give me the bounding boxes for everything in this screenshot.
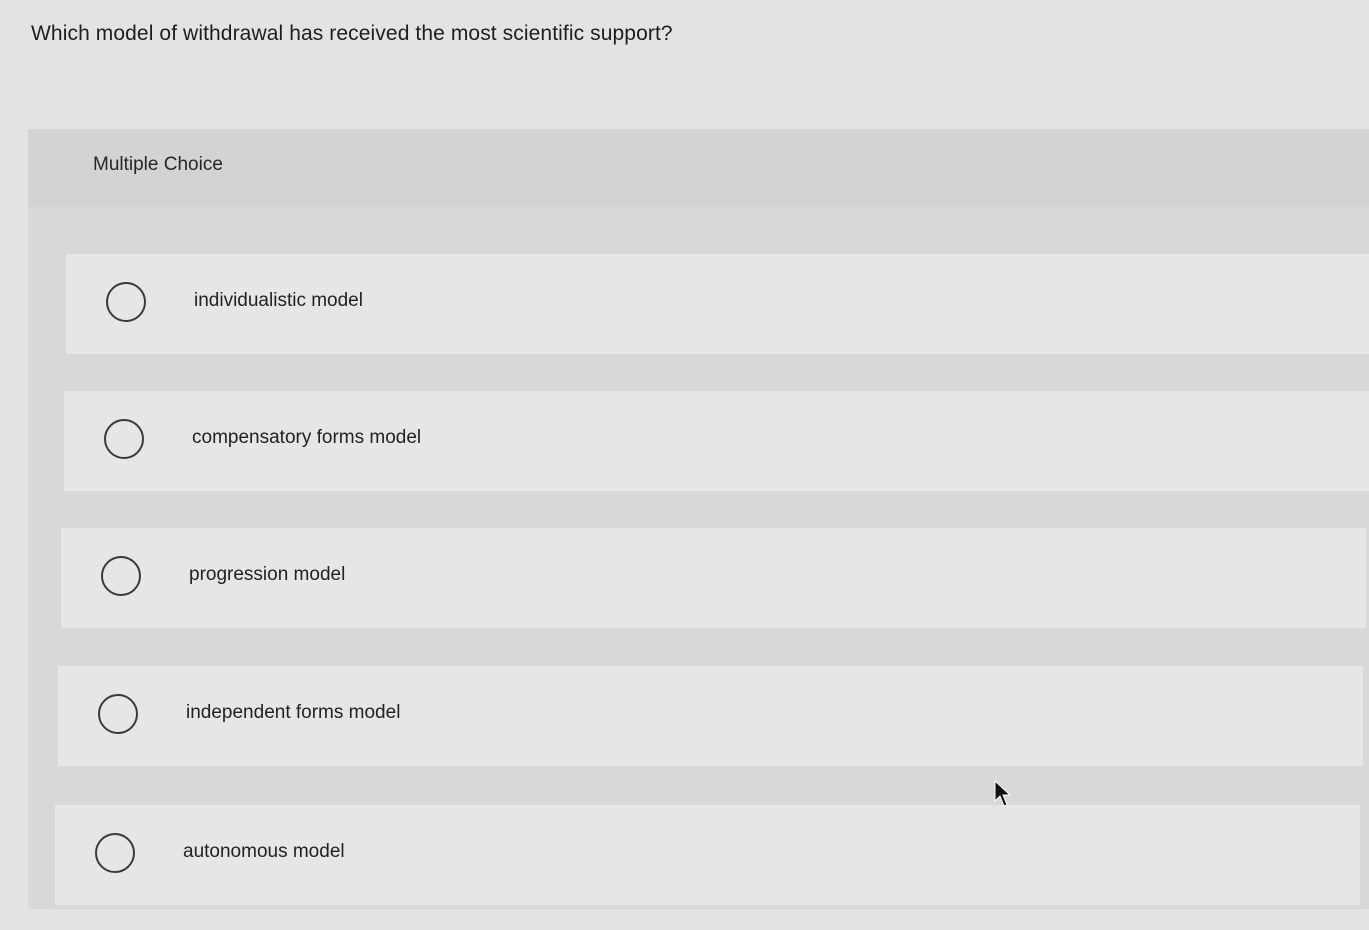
radio-button[interactable]	[101, 556, 141, 596]
radio-button[interactable]	[104, 419, 144, 459]
panel-header-label: Multiple Choice	[93, 154, 223, 175]
option-label: independent forms model	[186, 702, 401, 723]
radio-button[interactable]	[106, 282, 146, 322]
multiple-choice-panel: Multiple Choice individualistic model co…	[28, 129, 1369, 909]
question-text: Which model of withdrawal has received t…	[31, 22, 673, 45]
answer-option-individualistic[interactable]: individualistic model	[66, 254, 1369, 354]
answer-option-compensatory[interactable]: compensatory forms model	[64, 391, 1369, 491]
panel-header: Multiple Choice	[28, 129, 1369, 207]
option-label: autonomous model	[183, 841, 345, 862]
answer-option-progression[interactable]: progression model	[61, 528, 1366, 628]
option-label: individualistic model	[194, 290, 363, 311]
option-label: compensatory forms model	[192, 427, 422, 448]
answer-option-autonomous[interactable]: autonomous model	[55, 805, 1360, 905]
radio-button[interactable]	[95, 833, 135, 873]
mouse-pointer-icon	[994, 780, 1012, 807]
answer-option-independent[interactable]: independent forms model	[58, 666, 1363, 766]
radio-button[interactable]	[98, 694, 138, 734]
option-label: progression model	[189, 564, 346, 585]
